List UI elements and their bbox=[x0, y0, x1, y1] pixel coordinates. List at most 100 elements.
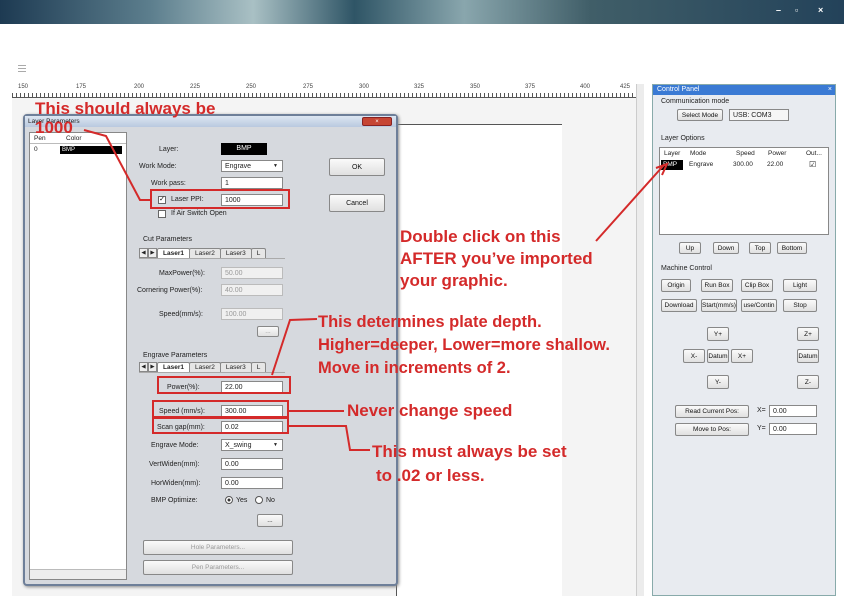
window-title-bar: – ▫ × bbox=[0, 0, 844, 24]
pen-list-scrollbar[interactable] bbox=[30, 569, 126, 579]
layer-list[interactable]: Layer Mode Speed Power Out... BMP Engrav… bbox=[659, 147, 829, 235]
speed-cell: 300.00 bbox=[733, 161, 753, 168]
x-minus-button[interactable]: X- bbox=[683, 349, 705, 363]
no-label: No bbox=[266, 497, 275, 504]
pen-parameters-button[interactable]: Pen Parameters... bbox=[143, 560, 293, 575]
work-mode-select[interactable]: Engrave ▼ bbox=[221, 160, 283, 172]
tab-laser-more[interactable]: L bbox=[250, 248, 267, 258]
tab-scroll-left-icon[interactable]: ◀ bbox=[139, 362, 148, 372]
tab-laser1[interactable]: Laser1 bbox=[157, 248, 190, 258]
air-switch-label: If Air Switch Open bbox=[171, 210, 227, 217]
annotation-scan-gap-line1: This must always be set bbox=[372, 442, 567, 461]
menu-icon[interactable] bbox=[18, 65, 26, 72]
hor-widen-label: HorWiden(mm): bbox=[151, 480, 201, 487]
ruler-tick: 150 bbox=[18, 84, 29, 90]
start-button[interactable]: Start(mm/s) bbox=[701, 299, 737, 312]
select-mode-button[interactable]: Select Mode bbox=[677, 109, 723, 121]
run-box-button[interactable]: Run Box bbox=[701, 279, 733, 292]
x-plus-button[interactable]: X+ bbox=[731, 349, 753, 363]
minimize-button[interactable]: – bbox=[776, 5, 781, 15]
engrave-laser-tabs: ◀ ▶ Laser1 Laser2 Laser3 L bbox=[139, 362, 267, 372]
tab-laser3[interactable]: Laser3 bbox=[219, 248, 252, 258]
tab-scroll-left-icon[interactable]: ◀ bbox=[139, 248, 148, 258]
y-minus-button[interactable]: Y- bbox=[707, 375, 729, 389]
highlight-power bbox=[157, 376, 291, 394]
tab-laser2[interactable]: Laser2 bbox=[188, 248, 221, 258]
toolbar-area bbox=[0, 24, 844, 80]
machine-control-label: Machine Control bbox=[661, 265, 712, 272]
ruler-tick: 350 bbox=[470, 84, 481, 90]
pen-list[interactable]: Pen Color 0 BMP bbox=[29, 132, 127, 580]
vert-widen-input[interactable]: 0.00 bbox=[221, 458, 283, 470]
pen-cell: 0 bbox=[34, 146, 38, 153]
tab-laser3[interactable]: Laser3 bbox=[219, 362, 252, 372]
tab-divider bbox=[139, 258, 285, 259]
origin-button[interactable]: Origin bbox=[661, 279, 691, 292]
down-button[interactable]: Down bbox=[713, 242, 739, 254]
air-switch-checkbox[interactable] bbox=[158, 210, 166, 218]
annotation-power: This determines plate depth. Higher=deep… bbox=[318, 311, 610, 380]
bottom-button[interactable]: Bottom bbox=[777, 242, 807, 254]
close-window-button[interactable]: × bbox=[818, 5, 823, 15]
tab-scroll-right-icon[interactable]: ▶ bbox=[148, 362, 157, 372]
z-plus-button[interactable]: Z+ bbox=[797, 327, 819, 341]
stop-button[interactable]: Stop bbox=[783, 299, 817, 312]
ok-button[interactable]: OK bbox=[329, 158, 385, 176]
download-button[interactable]: Download bbox=[661, 299, 697, 312]
maximize-button[interactable]: ▫ bbox=[795, 5, 798, 15]
engrave-mode-value: X_swing bbox=[225, 441, 252, 449]
z-datum-button[interactable]: Datum bbox=[797, 349, 819, 363]
color-cell[interactable]: BMP bbox=[60, 146, 122, 154]
top-button[interactable]: Top bbox=[749, 242, 771, 254]
output-checkbox[interactable]: ☑ bbox=[809, 160, 816, 169]
ruler-tick: 325 bbox=[414, 84, 425, 90]
z-minus-button[interactable]: Z- bbox=[797, 375, 819, 389]
annotation-ppi: This should always be 1000 bbox=[35, 99, 215, 137]
layer-cell: BMP bbox=[661, 160, 683, 170]
cut-more-button[interactable]: ... bbox=[257, 326, 279, 337]
y-plus-button[interactable]: Y+ bbox=[707, 327, 729, 341]
datum-button[interactable]: Datum bbox=[707, 349, 729, 363]
max-power-input[interactable]: 50.00 bbox=[221, 267, 283, 279]
highlight-speed bbox=[152, 400, 289, 418]
tab-laser2[interactable]: Laser2 bbox=[188, 362, 221, 372]
x-pos-input[interactable]: 0.00 bbox=[769, 405, 817, 417]
cornering-power-label: Cornering Power(%): bbox=[137, 287, 203, 294]
work-mode-value: Engrave bbox=[225, 162, 252, 170]
comm-mode-label: Communication mode bbox=[661, 98, 730, 105]
read-current-pos-button[interactable]: Read Current Pos: bbox=[675, 405, 749, 418]
cornering-power-input[interactable]: 40.00 bbox=[221, 284, 283, 296]
bmp-optimize-no-radio[interactable] bbox=[255, 496, 263, 504]
y-pos-input[interactable]: 0.00 bbox=[769, 423, 817, 435]
dialog-close-button[interactable]: × bbox=[362, 117, 392, 126]
yes-label: Yes bbox=[236, 497, 248, 504]
tab-laser1[interactable]: Laser1 bbox=[157, 362, 190, 372]
engrave-more-button[interactable]: ... bbox=[257, 514, 283, 527]
clip-box-button[interactable]: Clip Box bbox=[741, 279, 773, 292]
tab-laser-more[interactable]: L bbox=[250, 362, 267, 372]
tab-divider bbox=[139, 372, 285, 373]
pause-continue-button[interactable]: use/Contin bbox=[741, 299, 777, 312]
layer-row[interactable]: BMP Engrave 300.00 22.00 ☑ bbox=[661, 160, 827, 170]
annotation-speed: Never change speed bbox=[347, 401, 513, 420]
cancel-button[interactable]: Cancel bbox=[329, 194, 385, 212]
annotation-ppi-line2: 1000 bbox=[35, 118, 73, 137]
bmp-optimize-label: BMP Optimize: bbox=[151, 497, 198, 504]
tab-scroll-right-icon[interactable]: ▶ bbox=[148, 248, 157, 258]
engrave-mode-label: Engrave Mode: bbox=[151, 442, 199, 449]
light-button[interactable]: Light bbox=[783, 279, 817, 292]
move-to-pos-button[interactable]: Move to Pos: bbox=[675, 423, 749, 436]
bmp-optimize-yes-radio[interactable] bbox=[225, 496, 233, 504]
hor-widen-input[interactable]: 0.00 bbox=[221, 477, 283, 489]
ruler-tick: 175 bbox=[76, 84, 87, 90]
work-pass-input[interactable]: 1 bbox=[221, 177, 283, 189]
up-button[interactable]: Up bbox=[679, 242, 701, 254]
vertical-scrollbar[interactable] bbox=[636, 84, 644, 596]
chevron-down-icon: ▼ bbox=[273, 163, 278, 169]
ruler-tick: 375 bbox=[525, 84, 536, 90]
horizontal-ruler bbox=[12, 84, 640, 98]
engrave-mode-select[interactable]: X_swing ▼ bbox=[221, 439, 283, 451]
hole-parameters-button[interactable]: Hole Parameters... bbox=[143, 540, 293, 555]
close-icon[interactable]: × bbox=[828, 85, 832, 95]
cut-speed-input[interactable]: 100.00 bbox=[221, 308, 283, 320]
